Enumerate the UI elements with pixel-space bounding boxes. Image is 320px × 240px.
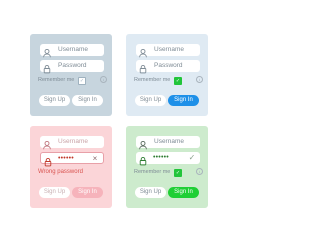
sign-up-button[interactable]: Sign Up: [135, 187, 166, 198]
password-field[interactable]: •••••• ✓: [136, 152, 200, 166]
login-form-ready: Username Password Remember me ✓ i Sign U…: [126, 34, 208, 116]
remember-me-checkbox[interactable]: ✓: [174, 169, 182, 177]
password-value: ••••••: [58, 155, 74, 162]
username-field[interactable]: Username: [40, 136, 104, 150]
remember-me-checkbox[interactable]: ✓: [78, 77, 86, 85]
username-field[interactable]: Username: [136, 44, 200, 58]
user-icon: [42, 137, 52, 150]
login-form-error: Username •••••• × Wrong password Sign Up…: [30, 126, 112, 208]
username-placeholder: Username: [154, 138, 184, 145]
sign-up-button[interactable]: Sign Up: [135, 95, 166, 106]
remember-me-label: Remember me: [38, 77, 75, 83]
username-placeholder: Username: [154, 46, 184, 53]
password-value: ••••••: [153, 154, 169, 161]
lock-icon: [138, 61, 148, 74]
remember-me-checkbox[interactable]: ✓: [174, 77, 182, 85]
lock-icon: [42, 61, 52, 74]
password-field[interactable]: Password: [136, 60, 200, 74]
password-field[interactable]: Password: [40, 60, 104, 74]
password-placeholder: Password: [58, 62, 87, 69]
close-icon[interactable]: ×: [90, 154, 100, 164]
user-icon: [138, 45, 148, 58]
username-placeholder: Username: [58, 46, 88, 53]
sign-up-button[interactable]: Sign Up: [39, 95, 70, 106]
username-field[interactable]: Username: [136, 136, 200, 150]
user-icon: [42, 45, 52, 58]
checkmark-icon: ✓: [188, 153, 196, 162]
password-field[interactable]: •••••• ×: [40, 152, 104, 167]
sign-in-button[interactable]: Sign In: [168, 187, 199, 198]
login-form-default: Username Password Remember me ✓ i Sign U…: [30, 34, 112, 116]
login-form-success: Username •••••• ✓ Remember me ✓ i Sign U…: [126, 126, 208, 208]
username-placeholder: Username: [58, 138, 88, 145]
info-icon[interactable]: i: [196, 76, 203, 83]
lock-icon: [43, 154, 53, 167]
sign-up-button[interactable]: Sign Up: [39, 187, 70, 198]
remember-me-label: Remember me: [134, 169, 171, 175]
password-placeholder: Password: [154, 62, 183, 69]
username-field[interactable]: Username: [40, 44, 104, 58]
lock-icon: [138, 153, 148, 166]
info-icon[interactable]: i: [196, 168, 203, 175]
user-icon: [138, 137, 148, 150]
sign-in-button[interactable]: Sign In: [72, 187, 103, 198]
error-message: Wrong password: [38, 169, 83, 175]
info-icon[interactable]: i: [100, 76, 107, 83]
sign-in-button[interactable]: Sign In: [72, 95, 103, 106]
sign-in-button[interactable]: Sign In: [168, 95, 199, 106]
remember-me-label: Remember me: [134, 77, 171, 83]
